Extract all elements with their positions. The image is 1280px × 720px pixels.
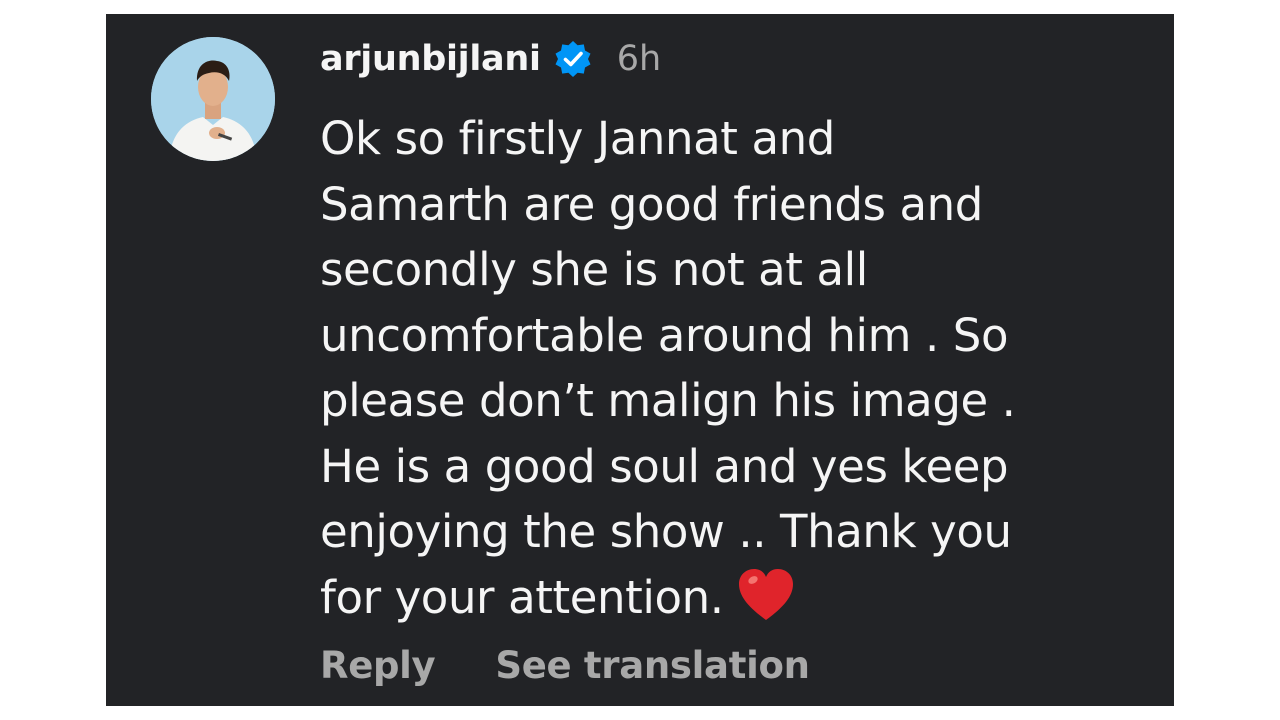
comment-line: please don’t malign his image . [320,374,1016,427]
reply-button[interactable]: Reply [320,644,436,687]
comment-line: He is a good soul and yes keep [320,439,1009,493]
verified-badge-icon [553,39,593,79]
comment-line: secondly she is not at all [320,243,868,296]
comment-text: Ok so firstly Jannat and Samarth are goo… [320,106,1140,630]
comment-header: arjunbijlani 6h [320,34,661,84]
username-link[interactable]: arjunbijlani [320,39,541,79]
profile-photo [151,37,275,161]
see-translation-button[interactable]: See translation [495,644,810,687]
comment-line: uncomfortable around him . So [320,308,1009,362]
comment-line: enjoying the show .. Thank you [320,505,1012,558]
avatar[interactable] [151,37,275,161]
comment-line: for your attention. [320,570,724,624]
comment-actions: Reply See translation [320,644,810,687]
comment-line-last: for your attention. [320,565,1140,631]
comment-line: Ok so firstly Jannat and [320,112,835,165]
comment-card: arjunbijlani 6h Ok so firstly Jannat and… [106,14,1174,706]
heart-icon [736,567,796,623]
timestamp[interactable]: 6h [617,39,661,79]
comment-line: Samarth are good friends and [320,177,983,231]
